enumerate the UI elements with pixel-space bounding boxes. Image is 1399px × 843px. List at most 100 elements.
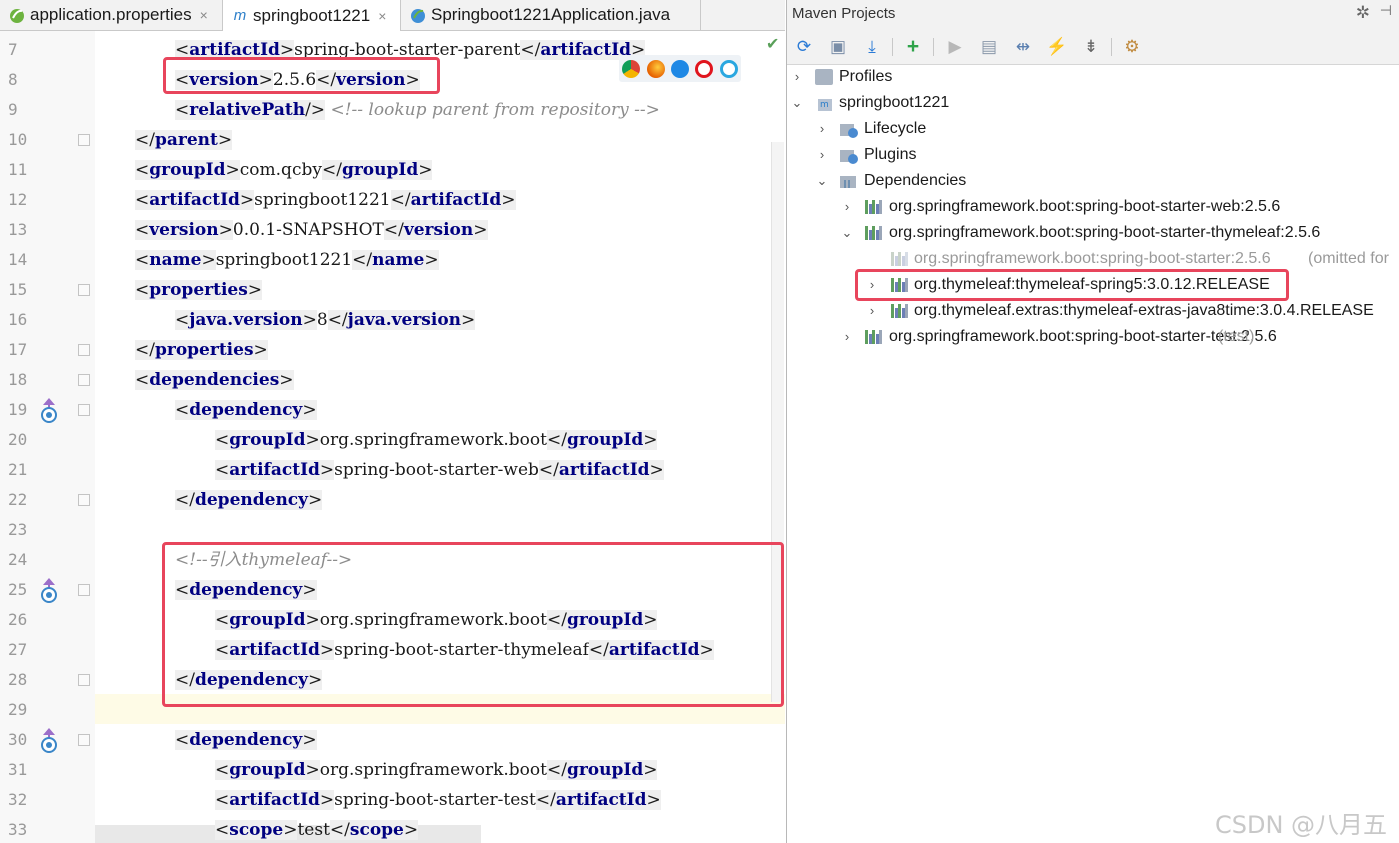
svg-text:m: m bbox=[820, 100, 829, 110]
chevron-down-icon[interactable]: ⌄ bbox=[791, 90, 803, 116]
generate-sources-icon[interactable]: ▣ bbox=[827, 36, 849, 58]
library-icon bbox=[865, 200, 883, 214]
xml-close-tag: artifactId bbox=[555, 790, 647, 810]
line-number: 9 bbox=[8, 100, 18, 119]
fold-marker-icon[interactable] bbox=[78, 134, 90, 146]
chevron-down-icon[interactable]: ⌄ bbox=[816, 168, 828, 194]
line-number: 28 bbox=[8, 670, 28, 689]
xml-open-tag: dependency bbox=[189, 730, 303, 750]
code-line[interactable]: <name>springboot1221</name> bbox=[135, 245, 439, 275]
code-line[interactable]: <artifactId>spring-boot-starter-test</ar… bbox=[215, 785, 661, 815]
browser-preview-bar bbox=[619, 55, 741, 82]
gear-icon[interactable]: ✲ bbox=[1356, 3, 1370, 23]
chevron-right-icon[interactable]: › bbox=[866, 298, 878, 324]
override-dependency-icon[interactable] bbox=[39, 577, 59, 603]
fold-marker-icon[interactable] bbox=[78, 404, 90, 416]
chevron-right-icon[interactable]: › bbox=[841, 194, 853, 220]
chevron-right-icon[interactable]: › bbox=[841, 324, 853, 350]
line-number: 31 bbox=[8, 760, 28, 779]
line-number: 22 bbox=[8, 490, 28, 509]
tree-label: Lifecycle bbox=[864, 120, 927, 137]
fold-marker-icon[interactable] bbox=[78, 374, 90, 386]
hide-panel-icon[interactable]: ⊣ bbox=[1380, 2, 1392, 19]
fold-marker-icon[interactable] bbox=[78, 494, 90, 506]
line-number: 32 bbox=[8, 790, 28, 809]
collapse-all-icon[interactable]: ⇟ bbox=[1080, 36, 1102, 58]
xml-close-tag: groupId bbox=[566, 430, 644, 450]
close-icon[interactable]: × bbox=[200, 7, 208, 23]
xml-open-tag: groupId bbox=[229, 760, 306, 780]
library-icon bbox=[891, 304, 909, 318]
inspection-ok-icon: ✔ bbox=[766, 36, 780, 53]
line-number: 10 bbox=[8, 130, 28, 149]
firefox-icon[interactable] bbox=[646, 59, 665, 78]
tree-label: org.springframework.boot:spring-boot-sta… bbox=[889, 224, 1321, 241]
tab-springboot1221application-java[interactable]: Springboot1221Application.java bbox=[401, 0, 701, 30]
override-dependency-icon[interactable] bbox=[39, 397, 59, 423]
line-number: 33 bbox=[8, 820, 28, 839]
maven-projects-panel[interactable]: Maven Projects ✲ ⊣ ⟳ ▣ ⤓ + ▶ ▤ ⇹ ⚡ ⇟ ⚙ ›… bbox=[786, 0, 1399, 843]
code-line[interactable]: <dependency> bbox=[175, 725, 317, 755]
chrome-icon[interactable] bbox=[622, 59, 641, 78]
xml-open-tag: java.version bbox=[189, 310, 303, 330]
fold-marker-icon[interactable] bbox=[78, 344, 90, 356]
fold-marker-icon[interactable] bbox=[78, 284, 90, 296]
line-number: 19 bbox=[8, 400, 28, 419]
chevron-right-icon[interactable]: › bbox=[816, 142, 828, 168]
line-number: 18 bbox=[8, 370, 28, 389]
fold-marker-icon[interactable] bbox=[78, 584, 90, 596]
code-line[interactable]: <dependencies> bbox=[135, 365, 294, 395]
line-number: 14 bbox=[8, 250, 28, 269]
refresh-icon[interactable]: ⟳ bbox=[793, 36, 815, 58]
add-icon[interactable]: + bbox=[902, 35, 924, 58]
code-line[interactable]: <relativePath/> <!-- lookup parent from … bbox=[175, 95, 660, 125]
override-dependency-icon[interactable] bbox=[39, 727, 59, 753]
ie-icon[interactable] bbox=[719, 59, 738, 78]
maven-header: Maven Projects ✲ ⊣ bbox=[787, 0, 1399, 28]
opera-icon[interactable] bbox=[695, 59, 714, 78]
code-line[interactable]: </properties> bbox=[135, 335, 268, 365]
editor-panel[interactable]: application.properties × m springboot122… bbox=[0, 0, 785, 843]
close-icon[interactable]: × bbox=[378, 8, 386, 24]
download-icon[interactable]: ⤓ bbox=[861, 36, 883, 58]
settings-icon[interactable]: ⚙ bbox=[1121, 36, 1143, 58]
chevron-right-icon[interactable]: › bbox=[816, 116, 828, 142]
code-line[interactable]: </dependency> bbox=[175, 485, 323, 515]
tab-application-properties[interactable]: application.properties × bbox=[0, 0, 223, 30]
code-line[interactable]: <properties> bbox=[135, 275, 263, 305]
chevron-down-icon[interactable]: ⌄ bbox=[841, 220, 853, 246]
chevron-right-icon[interactable]: › bbox=[791, 64, 803, 90]
tree-note: (test) bbox=[1218, 328, 1255, 345]
fold-marker-icon[interactable] bbox=[78, 734, 90, 746]
xml-close-tag: dependency bbox=[194, 490, 309, 510]
line-number: 24 bbox=[8, 550, 28, 569]
xml-text: spring-boot-starter-web bbox=[334, 460, 539, 480]
fold-marker-icon[interactable] bbox=[78, 674, 90, 686]
xml-text: springboot1221 bbox=[215, 250, 353, 270]
execute-goal-icon[interactable]: ▤ bbox=[978, 36, 1000, 58]
run-icon[interactable]: ▶ bbox=[944, 36, 966, 58]
xml-close-tag: java.version bbox=[347, 310, 462, 330]
code-line[interactable]: <version>0.0.1-SNAPSHOT</version> bbox=[135, 215, 488, 245]
code-line[interactable]: <groupId>com.qcby</groupId> bbox=[135, 155, 433, 185]
code-line[interactable]: <dependency> bbox=[175, 395, 317, 425]
code-line[interactable]: <artifactId>spring-boot-starter-web</art… bbox=[215, 455, 664, 485]
code-line[interactable]: <groupId>org.springframework.boot</group… bbox=[215, 425, 658, 455]
xml-close-tag: artifactId bbox=[558, 460, 650, 480]
code-line[interactable]: <java.version>8</java.version> bbox=[175, 305, 476, 335]
code-line[interactable]: <artifactId>springboot1221</artifactId> bbox=[135, 185, 516, 215]
tree-label: springboot1221 bbox=[839, 94, 950, 111]
toggle-offline-icon[interactable]: ⇹ bbox=[1012, 36, 1034, 58]
safari-icon[interactable] bbox=[670, 59, 689, 78]
tab-label: Springboot1221Application.java bbox=[431, 5, 671, 24]
line-number: 17 bbox=[8, 340, 28, 359]
xml-close-tag: name bbox=[372, 250, 425, 270]
tab-springboot1221[interactable]: m springboot1221 × bbox=[223, 0, 401, 31]
library-icon bbox=[891, 252, 909, 266]
xml-text: test bbox=[297, 820, 330, 840]
code-line[interactable]: <scope>test</scope> bbox=[215, 815, 419, 843]
code-line[interactable]: </parent> bbox=[135, 125, 233, 155]
maven-toolbar: ⟳ ▣ ⤓ + ▶ ▤ ⇹ ⚡ ⇟ ⚙ bbox=[787, 28, 1399, 65]
skip-tests-icon[interactable]: ⚡ bbox=[1046, 36, 1068, 58]
code-line[interactable]: <groupId>org.springframework.boot</group… bbox=[215, 755, 658, 785]
